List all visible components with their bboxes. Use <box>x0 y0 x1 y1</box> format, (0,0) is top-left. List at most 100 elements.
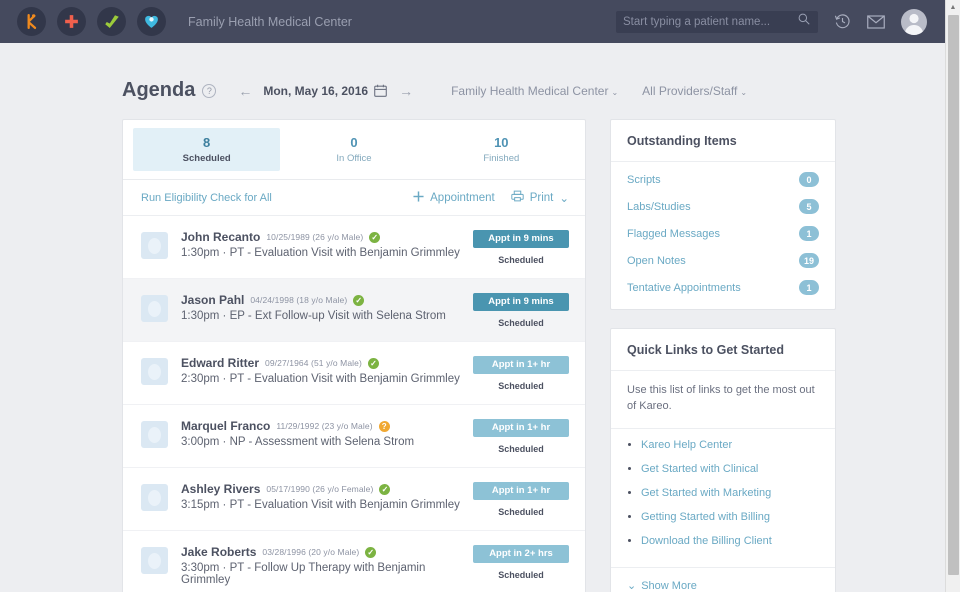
appointment-status-group: Appt in 1+ hr Scheduled <box>473 419 569 454</box>
top-navigation-bar: Family Health Medical Center <box>0 0 945 43</box>
brand-name: Family Health Medical Center <box>188 14 352 29</box>
appointment-info: John Recanto 10/25/1989 (26 y/o Male) ✓ 1:3… <box>181 230 473 259</box>
chevron-down-icon: ⌄ <box>559 192 569 205</box>
status-tab-label: In Office <box>336 153 372 164</box>
quick-link[interactable]: Get Started with Marketing <box>641 487 771 499</box>
appointment-time-button[interactable]: Appt in 1+ hr <box>473 482 569 500</box>
appointment-row[interactable]: Marquel Franco 11/29/1992 (23 y/o Male)? 3… <box>123 405 585 468</box>
eligibility-verified-icon: ✓ <box>365 546 377 558</box>
appointment-status-label: Scheduled <box>498 507 544 517</box>
page-title: Agenda <box>122 79 196 101</box>
outstanding-items-list: Scripts 0 Labs/Studies 5 Flagged Messages 1 Op… <box>611 162 835 309</box>
page-content: Agenda ? ← Mon, May 16, 2016 → Family He… <box>0 43 945 592</box>
content-columns: 8 Scheduled 0 In Office 10 Finished Run Eligi… <box>0 102 945 592</box>
status-tab-count: 8 <box>203 135 211 150</box>
appointment-status-label: Scheduled <box>498 570 544 580</box>
appointment-status-group: Appt in 1+ hr Scheduled <box>473 356 569 391</box>
previous-day-arrow-icon[interactable]: ← <box>238 83 252 99</box>
outstanding-item-open-notes[interactable]: Open Notes 19 <box>611 247 835 274</box>
appointment-time-button[interactable]: Appt in 1+ hr <box>473 356 569 374</box>
run-eligibility-check-link[interactable]: Run Eligibility Check for All <box>141 192 272 204</box>
appointment-detail: 3:15pm · PT - Evaluation Visit with Benj… <box>181 499 460 511</box>
outstanding-item-label: Tentative Appointments <box>627 281 741 294</box>
outstanding-item-labs-studies[interactable]: Labs/Studies 5 <box>611 193 835 220</box>
appointment-status-group: Appt in 2+ hrs Scheduled <box>473 545 569 580</box>
add-appointment-button[interactable]: Appointment <box>413 190 495 205</box>
quick-link[interactable]: Download the Billing Client <box>641 535 772 547</box>
status-tab-scheduled[interactable]: 8 Scheduled <box>133 128 281 171</box>
patient-avatar <box>141 547 168 574</box>
calendar-icon[interactable] <box>374 84 387 97</box>
quick-link-item: Get Started with Clinical <box>641 463 819 475</box>
patient-name[interactable]: Ashley Rivers <box>181 482 260 496</box>
appointment-row[interactable]: Jason Pahl 04/24/1998 (18 y/o Male) ✓ 1:30p… <box>123 279 585 342</box>
status-tab-finished[interactable]: 10 Finished <box>428 128 575 171</box>
next-day-arrow-icon[interactable]: → <box>399 83 413 99</box>
search-icon <box>797 12 811 31</box>
outstanding-items-card: Outstanding Items Scripts 0 Labs/Studies 5 F… <box>610 119 836 310</box>
patient-name[interactable]: Jason Pahl <box>181 293 244 307</box>
show-more-button[interactable]: ⌄ Show More <box>611 567 835 592</box>
appointment-time-button[interactable]: Appt in 2+ hrs <box>473 545 569 563</box>
appointment-status-group: Appt in 9 mins Scheduled <box>473 293 569 328</box>
outstanding-item-scripts[interactable]: Scripts 0 <box>611 166 835 193</box>
provider-filter-dropdown[interactable]: All Providers/Staff ⌄ <box>642 84 747 98</box>
outstanding-item-tentative-appointments[interactable]: Tentative Appointments 1 <box>611 274 835 301</box>
quick-link-item: Getting Started with Billing <box>641 511 819 523</box>
scrollbar-thumb[interactable] <box>948 15 959 575</box>
plus-icon <box>413 190 424 205</box>
appointment-time-button[interactable]: Appt in 9 mins <box>473 293 569 311</box>
appointment-row[interactable]: Ashley Rivers 05/17/1990 (26 y/o Female) ✓… <box>123 468 585 531</box>
quick-link[interactable]: Getting Started with Billing <box>641 511 770 523</box>
patient-name[interactable]: Marquel Franco <box>181 419 270 433</box>
appointment-time-button[interactable]: Appt in 9 mins <box>473 230 569 248</box>
search-input[interactable] <box>623 15 797 28</box>
quick-link[interactable]: Kareo Help Center <box>641 439 732 451</box>
clinical-cross-icon[interactable] <box>57 7 86 36</box>
chevron-down-icon: ⌄ <box>611 87 619 97</box>
patient-name[interactable]: John Recanto <box>181 230 260 244</box>
patient-name[interactable]: Jake Roberts <box>181 545 256 559</box>
add-appointment-label: Appointment <box>430 191 495 204</box>
status-tab-in-office[interactable]: 0 In Office <box>280 128 427 171</box>
help-icon[interactable]: ? <box>202 83 217 98</box>
appointment-status-label: Scheduled <box>498 318 544 328</box>
user-avatar-icon[interactable] <box>901 8 927 35</box>
history-clock-icon[interactable] <box>834 13 851 30</box>
quick-link-item: Get Started with Marketing <box>641 487 819 499</box>
appointment-time-button[interactable]: Appt in 1+ hr <box>473 419 569 437</box>
status-tabs: 8 Scheduled 0 In Office 10 Finished <box>123 120 585 180</box>
patient-demographics: 04/24/1998 (18 y/o Male) <box>250 295 348 305</box>
chevron-down-icon: ⌄ <box>740 87 748 97</box>
billing-check-icon[interactable] <box>97 7 126 36</box>
patient-avatar <box>141 484 168 511</box>
outstanding-item-label: Labs/Studies <box>627 200 691 213</box>
agenda-card: 8 Scheduled 0 In Office 10 Finished Run Eligi… <box>122 119 586 592</box>
quick-link[interactable]: Get Started with Clinical <box>641 463 758 475</box>
patient-name[interactable]: Edward Ritter <box>181 356 259 370</box>
provider-filter-label: All Providers/Staff <box>642 83 738 98</box>
eligibility-unknown-icon: ? <box>378 420 390 432</box>
location-filter-dropdown[interactable]: Family Health Medical Center ⌄ <box>451 84 618 98</box>
appointment-row[interactable]: John Recanto 10/25/1989 (26 y/o Male) ✓ 1:3… <box>123 216 585 279</box>
outstanding-item-label: Open Notes <box>627 254 686 267</box>
chevron-down-icon: ⌄ <box>627 580 637 592</box>
page-scrollbar[interactable]: ▲ <box>945 0 960 592</box>
eligibility-verified-icon: ✓ <box>369 231 381 243</box>
patient-search-box[interactable] <box>616 10 818 33</box>
scroll-up-arrow-icon[interactable]: ▲ <box>946 0 960 15</box>
outstanding-item-flagged-messages[interactable]: Flagged Messages 1 <box>611 220 835 247</box>
patient-demographics: 11/29/1992 (23 y/o Male) <box>276 421 373 431</box>
patient-avatar <box>141 358 168 385</box>
appointment-row[interactable]: Edward Ritter 09/27/1964 (51 y/o Male) ✓ 2:… <box>123 342 585 405</box>
mail-envelope-icon[interactable] <box>867 14 885 29</box>
print-button[interactable]: Print ⌄ <box>511 190 569 205</box>
patient-demographics: 09/27/1964 (51 y/o Male) <box>265 358 362 368</box>
status-tab-label: Finished <box>483 153 520 164</box>
kareo-logo-icon[interactable] <box>17 7 46 36</box>
current-date-label[interactable]: Mon, May 16, 2016 <box>263 84 368 98</box>
patient-heart-icon[interactable] <box>137 7 166 36</box>
outstanding-item-count: 1 <box>799 226 819 241</box>
nav-right-group <box>616 8 945 35</box>
appointment-row[interactable]: Jake Roberts 03/28/1996 (20 y/o Male) ✓ 3:3… <box>123 531 585 592</box>
